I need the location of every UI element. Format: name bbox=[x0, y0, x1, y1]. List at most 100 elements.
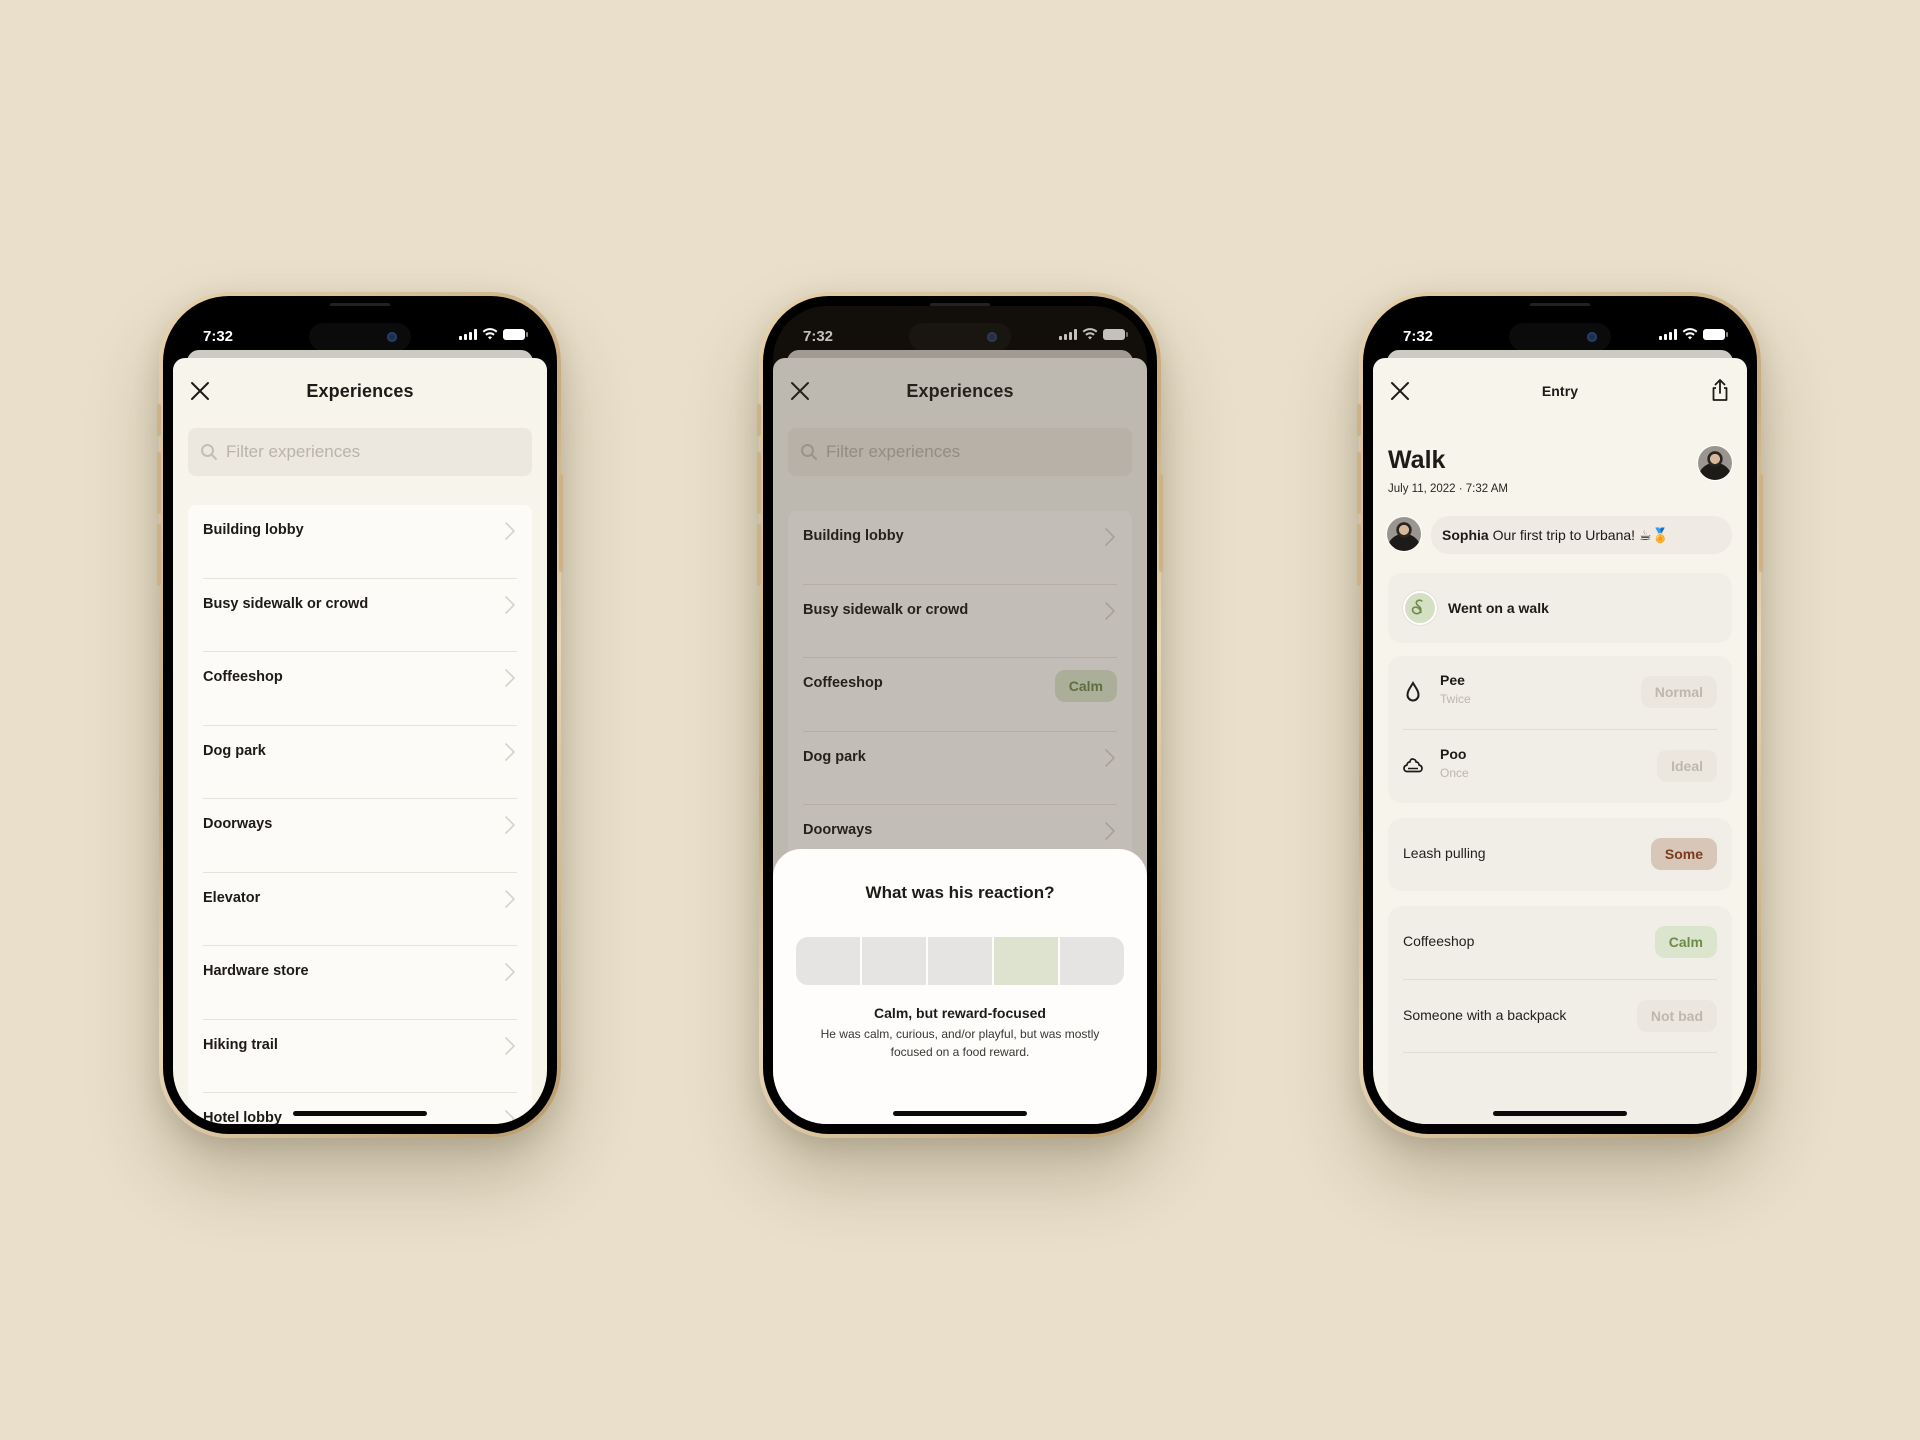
list-item-label: Hotel lobby bbox=[203, 1110, 282, 1124]
list-item[interactable]: Hotel lobby bbox=[188, 1093, 532, 1124]
action-button bbox=[757, 404, 761, 436]
comment-avatar bbox=[1386, 516, 1422, 552]
phone-entry-detail: 7:32 Entry Walk July 11, 2022 · 7:32 AM … bbox=[1357, 292, 1763, 1138]
potty-row[interactable]: Poo Once Ideal bbox=[1388, 730, 1732, 804]
battery-icon bbox=[1703, 328, 1728, 340]
chevron-right-icon bbox=[505, 1110, 515, 1124]
reaction-question: What was his reaction? bbox=[865, 883, 1055, 902]
battery-icon bbox=[503, 328, 528, 340]
potty-label: Poo bbox=[1440, 745, 1467, 762]
leash-label: Leash pulling bbox=[1403, 845, 1486, 861]
volume-up-button bbox=[1357, 452, 1361, 514]
comment-author: Sophia bbox=[1442, 527, 1489, 543]
home-indicator[interactable] bbox=[1493, 1111, 1627, 1116]
list-item-label: Building lobby bbox=[203, 522, 304, 538]
potty-value-badge: Ideal bbox=[1657, 749, 1717, 782]
walk-icon bbox=[1403, 591, 1437, 625]
comment-text: Our first trip to Urbana! ☕🏅 bbox=[1492, 526, 1669, 543]
wifi-icon bbox=[482, 328, 498, 340]
screen: 7:32 Entry Walk July 11, 2022 · 7:32 AM … bbox=[1373, 306, 1747, 1124]
activity-card[interactable]: Went on a walk bbox=[1388, 573, 1732, 643]
reaction-option[interactable] bbox=[928, 937, 992, 985]
search-input[interactable] bbox=[226, 442, 486, 462]
chevron-right-icon bbox=[505, 889, 515, 908]
list-item-label: Doorways bbox=[203, 816, 273, 832]
selected-reaction-description: He was calm, curious, and/or playful, bu… bbox=[820, 1027, 1100, 1059]
chevron-right-icon bbox=[505, 742, 515, 761]
potty-label: Pee bbox=[1440, 672, 1465, 688]
home-indicator[interactable] bbox=[893, 1111, 1027, 1116]
cellular-signal-icon bbox=[459, 328, 477, 340]
list-item[interactable]: Dog park bbox=[188, 726, 532, 799]
reaction-option[interactable] bbox=[862, 937, 926, 985]
list-item-label: Hiking trail bbox=[203, 1036, 278, 1053]
header: Experiences bbox=[173, 358, 547, 428]
share-icon[interactable] bbox=[1709, 378, 1731, 402]
droplet-icon bbox=[1406, 681, 1420, 702]
reaction-option[interactable] bbox=[796, 937, 860, 985]
power-button bbox=[1759, 474, 1763, 572]
list-item[interactable]: Busy sidewalk or crowd bbox=[188, 579, 532, 652]
phone-experiences-list: 7:32 Experiences Building lobby Busy side… bbox=[157, 292, 563, 1138]
volume-up-button bbox=[757, 452, 761, 514]
experience-row[interactable]: Someone with a backpack Not bad bbox=[1388, 980, 1732, 1053]
status-icons bbox=[459, 328, 528, 340]
header: Entry bbox=[1373, 358, 1747, 428]
entry-title: Walk bbox=[1388, 446, 1446, 474]
wifi-icon bbox=[1682, 328, 1698, 340]
screen: 7:32 Experiences Building lobbyBusy side… bbox=[173, 306, 547, 1124]
list-item-label: Coffeeshop bbox=[203, 669, 283, 685]
chevron-right-icon bbox=[505, 595, 515, 614]
chevron-right-icon bbox=[505, 1036, 515, 1055]
page-title: Entry bbox=[1541, 383, 1579, 399]
owner-avatar[interactable] bbox=[1697, 445, 1733, 481]
chevron-right-icon bbox=[505, 963, 515, 981]
page-title: Experiences bbox=[306, 381, 414, 401]
potty-card: Pee Twice Normal Poo Once Ideal bbox=[1388, 656, 1732, 803]
experience-value-badge: Calm bbox=[1654, 926, 1717, 958]
list-item[interactable]: Hiking trail bbox=[188, 1020, 532, 1093]
leash-value-badge: Some bbox=[1650, 838, 1717, 870]
status-time: 7:32 bbox=[1403, 328, 1434, 345]
potty-row[interactable]: Pee Twice Normal bbox=[1388, 656, 1732, 730]
list-item-label: Busy sidewalk or crowd bbox=[203, 595, 369, 612]
potty-value-badge: Normal bbox=[1640, 676, 1717, 708]
experience-list: Building lobby Busy sidewalk or crowd Coff… bbox=[188, 505, 532, 1124]
reaction-scale bbox=[796, 937, 1124, 985]
search-field[interactable] bbox=[188, 428, 532, 476]
list-item-label: Dog park bbox=[203, 742, 266, 759]
experience-label: Someone with a backpack bbox=[1403, 1006, 1567, 1023]
leash-card[interactable]: Leash pulling Some bbox=[1388, 818, 1732, 891]
list-item[interactable]: Coffeeshop bbox=[188, 652, 532, 726]
status-icons bbox=[1659, 328, 1728, 340]
experience-row[interactable]: Coffeeshop Calm bbox=[1388, 906, 1732, 980]
volume-down-button bbox=[157, 524, 161, 586]
list-item-label: Hardware store bbox=[203, 963, 309, 979]
entry-date: July 11, 2022 · 7:32 AM bbox=[1388, 483, 1508, 495]
list-item[interactable]: Hardware store bbox=[188, 946, 532, 1020]
camera-icon bbox=[387, 332, 397, 342]
potty-count: Once bbox=[1440, 765, 1469, 780]
screen: 7:32 Experiences Building lobbyBusy side… bbox=[773, 306, 1147, 1124]
entry-sheet: Entry Walk July 11, 2022 · 7:32 AM Sophi… bbox=[1373, 358, 1747, 1124]
volume-up-button bbox=[157, 452, 161, 514]
experiences-card: Coffeeshop Calm Someone with a backpack Not… bbox=[1388, 906, 1732, 1124]
list-item[interactable]: Building lobby bbox=[188, 505, 532, 579]
list-item-label: Elevator bbox=[203, 889, 261, 906]
action-button bbox=[157, 404, 161, 436]
dynamic-island bbox=[309, 323, 411, 351]
reaction-option[interactable] bbox=[1060, 937, 1124, 985]
power-button bbox=[559, 474, 563, 572]
comment-bubble[interactable]: Sophia Our first trip to Urbana! ☕🏅 bbox=[1431, 516, 1732, 554]
search-icon bbox=[201, 444, 217, 460]
volume-down-button bbox=[757, 524, 761, 586]
divider bbox=[1403, 1052, 1717, 1053]
list-item[interactable]: Doorways bbox=[188, 799, 532, 873]
home-indicator[interactable] bbox=[293, 1111, 427, 1116]
reaction-sheet: What was his reaction? Calm, but reward-… bbox=[773, 849, 1147, 1124]
reaction-option-selected[interactable] bbox=[994, 937, 1058, 985]
list-item[interactable]: Elevator bbox=[188, 873, 532, 946]
cellular-signal-icon bbox=[1659, 328, 1677, 340]
poop-icon bbox=[1403, 757, 1423, 772]
experience-value-badge: Not bad bbox=[1636, 999, 1717, 1032]
